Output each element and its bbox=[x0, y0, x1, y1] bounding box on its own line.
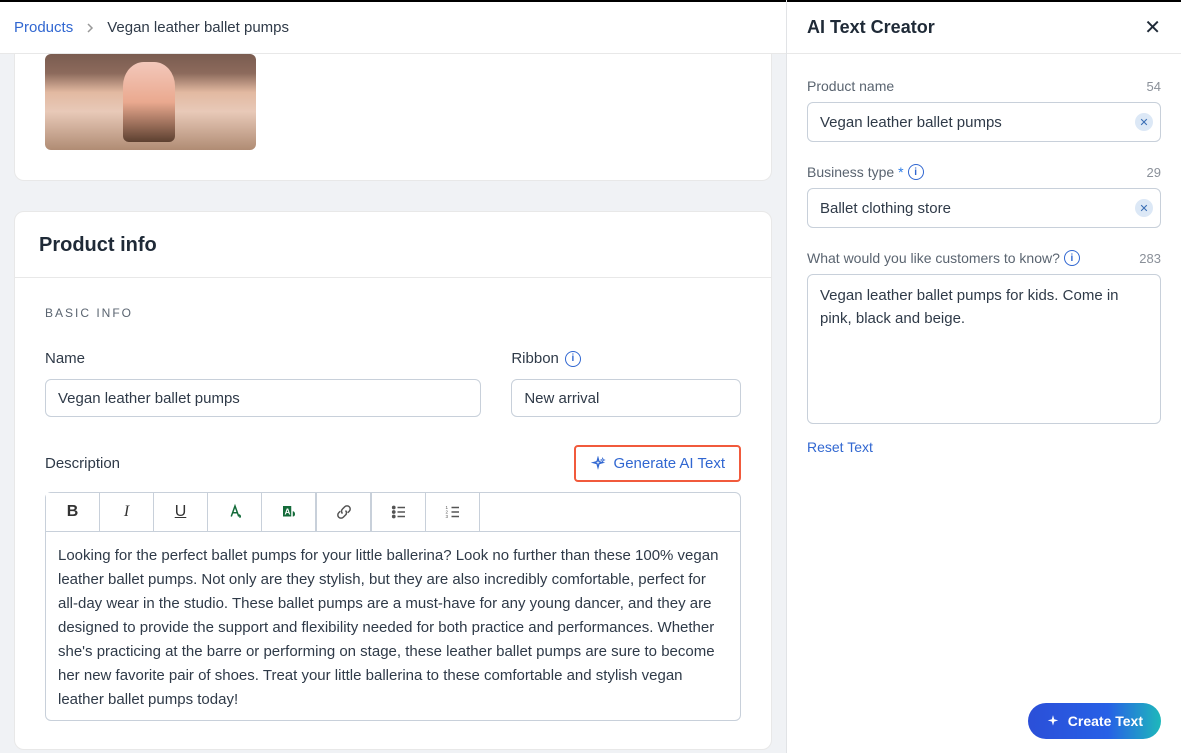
product-info-card: Product info BASIC INFO Name Ribbon i bbox=[14, 211, 772, 750]
editor-toolbar: B I U A bbox=[46, 493, 740, 532]
highlight-color-button[interactable]: A bbox=[262, 493, 316, 531]
business-type-field: Business type * i 29 ✕ bbox=[807, 164, 1161, 228]
info-icon[interactable]: i bbox=[565, 351, 581, 367]
create-text-label: Create Text bbox=[1068, 713, 1143, 729]
clear-product-name-button[interactable]: ✕ bbox=[1135, 113, 1153, 131]
ribbon-input[interactable] bbox=[511, 379, 741, 417]
description-editor: B I U A bbox=[45, 492, 741, 721]
fields-row: Name Ribbon i bbox=[45, 350, 741, 417]
business-type-label: Business type * i bbox=[807, 164, 924, 180]
business-type-label-text: Business type bbox=[807, 164, 894, 180]
italic-button[interactable]: I bbox=[100, 493, 154, 531]
customers-know-field: What would you like customers to know? i… bbox=[807, 250, 1161, 429]
text-color-button[interactable] bbox=[208, 493, 262, 531]
close-icon[interactable]: ✕ bbox=[1144, 15, 1161, 40]
chevron-right-icon bbox=[85, 23, 95, 33]
bold-button[interactable]: B bbox=[46, 493, 100, 531]
customers-know-textarea[interactable] bbox=[807, 274, 1161, 424]
reset-text-link[interactable]: Reset Text bbox=[807, 439, 873, 455]
customers-know-label: What would you like customers to know? i bbox=[807, 250, 1080, 266]
name-label: Name bbox=[45, 350, 481, 367]
product-name-count: 54 bbox=[1147, 79, 1161, 94]
customers-know-label-text: What would you like customers to know? bbox=[807, 250, 1060, 266]
basic-info-label: BASIC INFO bbox=[45, 306, 741, 320]
name-input[interactable] bbox=[45, 379, 481, 417]
product-image[interactable] bbox=[45, 54, 256, 150]
product-name-label: Product name bbox=[807, 78, 894, 94]
ribbon-label: Ribbon i bbox=[511, 350, 741, 367]
generate-ai-label: Generate AI Text bbox=[614, 455, 725, 472]
required-indicator: * bbox=[898, 164, 903, 180]
sparkle-icon bbox=[590, 456, 606, 472]
product-name-input[interactable] bbox=[807, 102, 1161, 142]
generate-ai-text-button[interactable]: Generate AI Text bbox=[574, 445, 741, 482]
bullet-list-button[interactable] bbox=[372, 493, 426, 531]
business-type-count: 29 bbox=[1147, 165, 1161, 180]
product-image-card bbox=[14, 54, 772, 181]
content-scroll: Product info BASIC INFO Name Ribbon i bbox=[0, 54, 786, 750]
customers-know-count: 283 bbox=[1139, 251, 1161, 266]
breadcrumb-current: Vegan leather ballet pumps bbox=[107, 19, 289, 36]
breadcrumb: Products Vegan leather ballet pumps bbox=[0, 0, 786, 54]
card-body: BASIC INFO Name Ribbon i bbox=[15, 278, 771, 749]
numbered-list-button[interactable]: 123 bbox=[426, 493, 480, 531]
create-text-button[interactable]: Create Text bbox=[1028, 703, 1161, 739]
info-icon[interactable]: i bbox=[908, 164, 924, 180]
main-area: Products Vegan leather ballet pumps Prod… bbox=[0, 0, 787, 753]
ai-text-creator-panel: AI Text Creator ✕ Product name 54 ✕ Busi… bbox=[787, 0, 1181, 753]
breadcrumb-products-link[interactable]: Products bbox=[14, 19, 73, 36]
info-icon[interactable]: i bbox=[1064, 250, 1080, 266]
ribbon-label-text: Ribbon bbox=[511, 350, 559, 367]
card-title: Product info bbox=[15, 212, 771, 278]
sidebar-title: AI Text Creator bbox=[807, 17, 935, 38]
sparkle-icon bbox=[1046, 714, 1060, 728]
clear-business-type-button[interactable]: ✕ bbox=[1135, 199, 1153, 217]
description-label: Description bbox=[45, 455, 120, 472]
link-button[interactable] bbox=[317, 493, 371, 531]
svg-text:3: 3 bbox=[445, 514, 448, 519]
sidebar-header: AI Text Creator ✕ bbox=[787, 2, 1181, 54]
svg-text:A: A bbox=[284, 507, 290, 516]
description-header: Description Generate AI Text bbox=[45, 445, 741, 482]
product-name-field: Product name 54 ✕ bbox=[807, 78, 1161, 142]
business-type-input[interactable] bbox=[807, 188, 1161, 228]
underline-button[interactable]: U bbox=[154, 493, 208, 531]
ribbon-field: Ribbon i bbox=[511, 350, 741, 417]
sidebar-body: Product name 54 ✕ Business type * i 29 ✕ bbox=[787, 54, 1181, 481]
name-field: Name bbox=[45, 350, 481, 417]
description-textarea[interactable]: Looking for the perfect ballet pumps for… bbox=[46, 532, 740, 720]
